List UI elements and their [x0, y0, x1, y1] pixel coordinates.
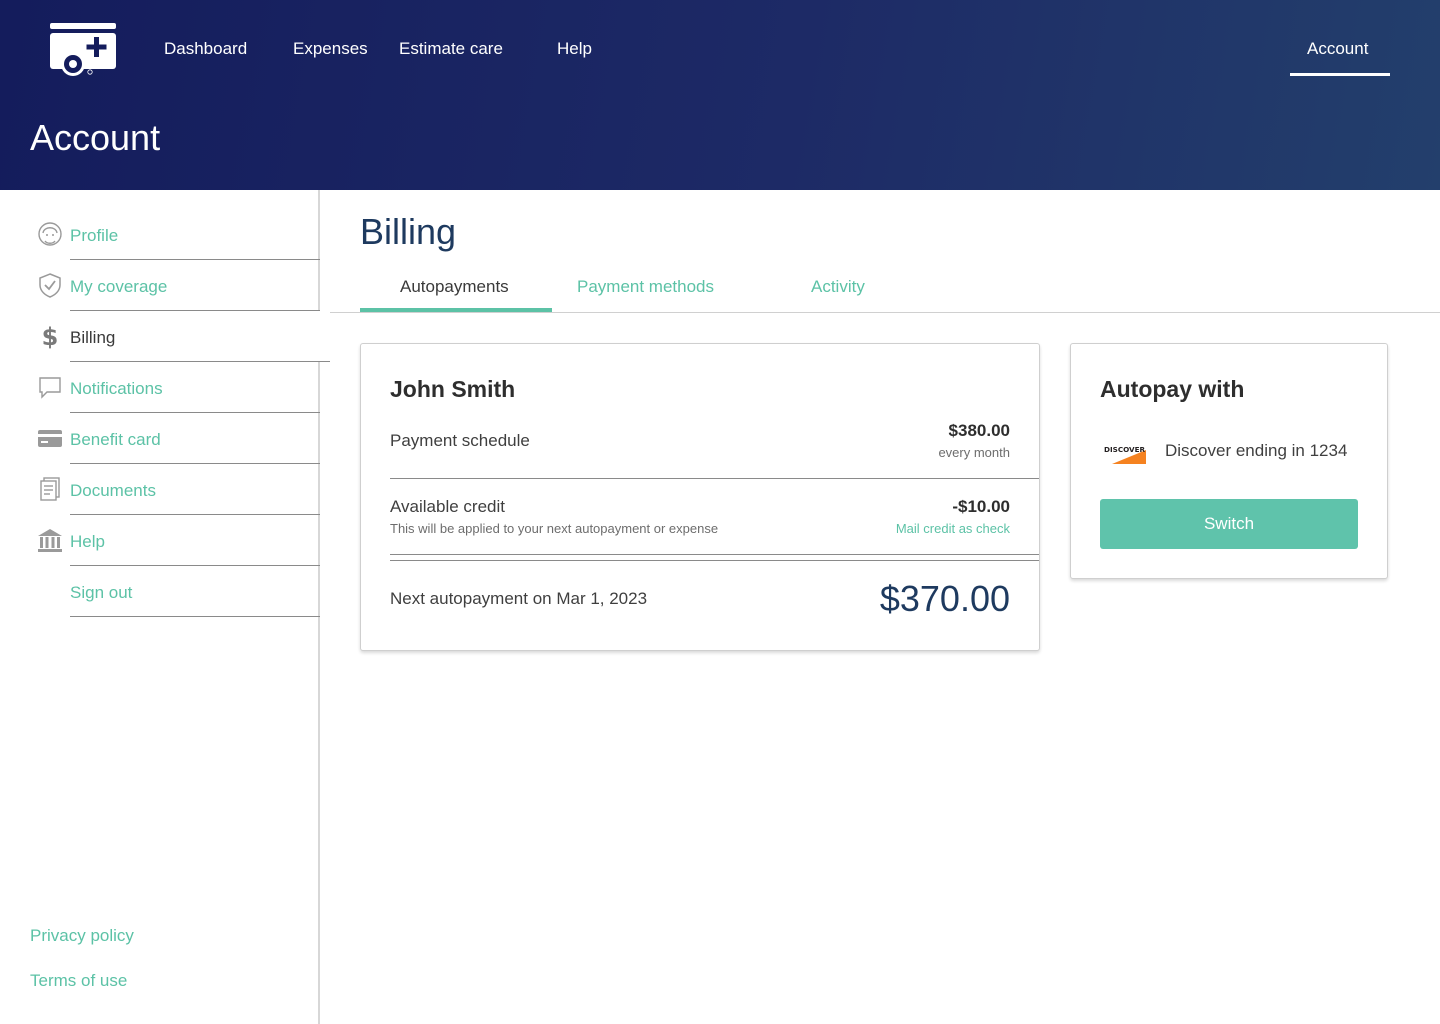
sidebar-item-my-coverage[interactable]: My coverage	[0, 260, 320, 311]
payment-schedule-label: Payment schedule	[390, 431, 530, 450]
dollar-icon: $	[42, 323, 59, 349]
sidebar-item-profile[interactable]: Profile	[0, 209, 320, 260]
available-credit-note: This will be applied to your next autopa…	[390, 521, 719, 536]
sidebar-item-billing[interactable]: $ Billing	[0, 311, 330, 362]
sidebar-item-documents[interactable]: Documents	[0, 464, 320, 515]
payment-schedule-frequency: every month	[938, 445, 1010, 460]
tab-autopayments[interactable]: Autopayments	[400, 276, 509, 298]
active-tab-indicator	[360, 308, 552, 312]
sidebar-item-label: Billing	[70, 328, 116, 347]
sidebar-item-sign-out[interactable]: Sign out	[0, 566, 320, 617]
nav-account[interactable]: Account	[1307, 38, 1368, 60]
section-title: Billing	[360, 211, 457, 252]
nav-help[interactable]: Help	[557, 38, 592, 60]
terms-of-use-link[interactable]: Terms of use	[30, 970, 127, 992]
mail-credit-as-check-link[interactable]: Mail credit as check	[896, 521, 1010, 537]
account-holder-name: John Smith	[390, 376, 516, 402]
autopay-title: Autopay with	[1100, 376, 1245, 402]
sidebar-item-label: Benefit card	[70, 430, 161, 449]
divider	[390, 560, 1039, 561]
available-credit-label: Available credit	[390, 497, 505, 516]
nav-account-active-indicator	[1290, 73, 1390, 76]
logo-icon[interactable]	[50, 23, 118, 79]
sidebar-item-label: Notifications	[70, 379, 163, 398]
person-icon	[38, 222, 62, 246]
sidebar-item-label: My coverage	[70, 277, 168, 296]
next-autopayment-label: Next autopayment on Mar 1, 2023	[390, 589, 648, 608]
divider	[390, 554, 1039, 555]
sidebar-item-label: Sign out	[70, 583, 133, 602]
privacy-policy-link[interactable]: Privacy policy	[30, 925, 134, 947]
payment-schedule-amount: $380.00	[948, 421, 1010, 440]
nav-dashboard[interactable]: Dashboard	[164, 38, 247, 60]
autopayment-summary-card: John Smith Payment schedule $380.00 ever…	[360, 343, 1040, 651]
shield-check-icon	[39, 273, 61, 298]
sidebar-item-label: Documents	[70, 481, 156, 500]
svg-text:$: $	[42, 323, 59, 349]
sidebar-item-label: Profile	[70, 226, 119, 245]
sidebar-item-help[interactable]: Help	[0, 515, 320, 566]
nav-expenses[interactable]: Expenses	[293, 38, 368, 60]
tabs-baseline	[330, 312, 1440, 313]
sidebar-item-benefit-card[interactable]: Benefit card	[0, 413, 320, 464]
credit-card-icon	[38, 430, 62, 447]
chat-bubble-icon	[39, 377, 61, 399]
switch-payment-method-button[interactable]: Switch	[1100, 499, 1358, 549]
page-title: Account	[30, 117, 161, 158]
card-brand-text: DISCOVER	[1104, 445, 1145, 454]
discover-card-icon: DISCOVER	[1102, 440, 1146, 464]
autopay-method-card: Autopay with DISCOVER Discover ending in…	[1070, 343, 1388, 579]
top-header: Dashboard Expenses Estimate care Help Ac…	[0, 0, 1440, 190]
nav-estimate-care[interactable]: Estimate care	[399, 38, 503, 60]
bank-icon	[38, 529, 62, 552]
tab-payment-methods[interactable]: Payment methods	[577, 276, 714, 298]
sidebar-item-notifications[interactable]: Notifications	[0, 362, 320, 413]
divider	[70, 616, 320, 617]
next-autopayment-amount: $370.00	[879, 578, 1010, 619]
divider	[390, 478, 1039, 479]
tab-activity[interactable]: Activity	[811, 276, 865, 298]
payment-method-description: Discover ending in 1234	[1165, 441, 1348, 460]
document-icon	[40, 477, 60, 501]
sidebar-item-label: Help	[70, 532, 105, 551]
available-credit-amount: -$10.00	[952, 497, 1010, 516]
